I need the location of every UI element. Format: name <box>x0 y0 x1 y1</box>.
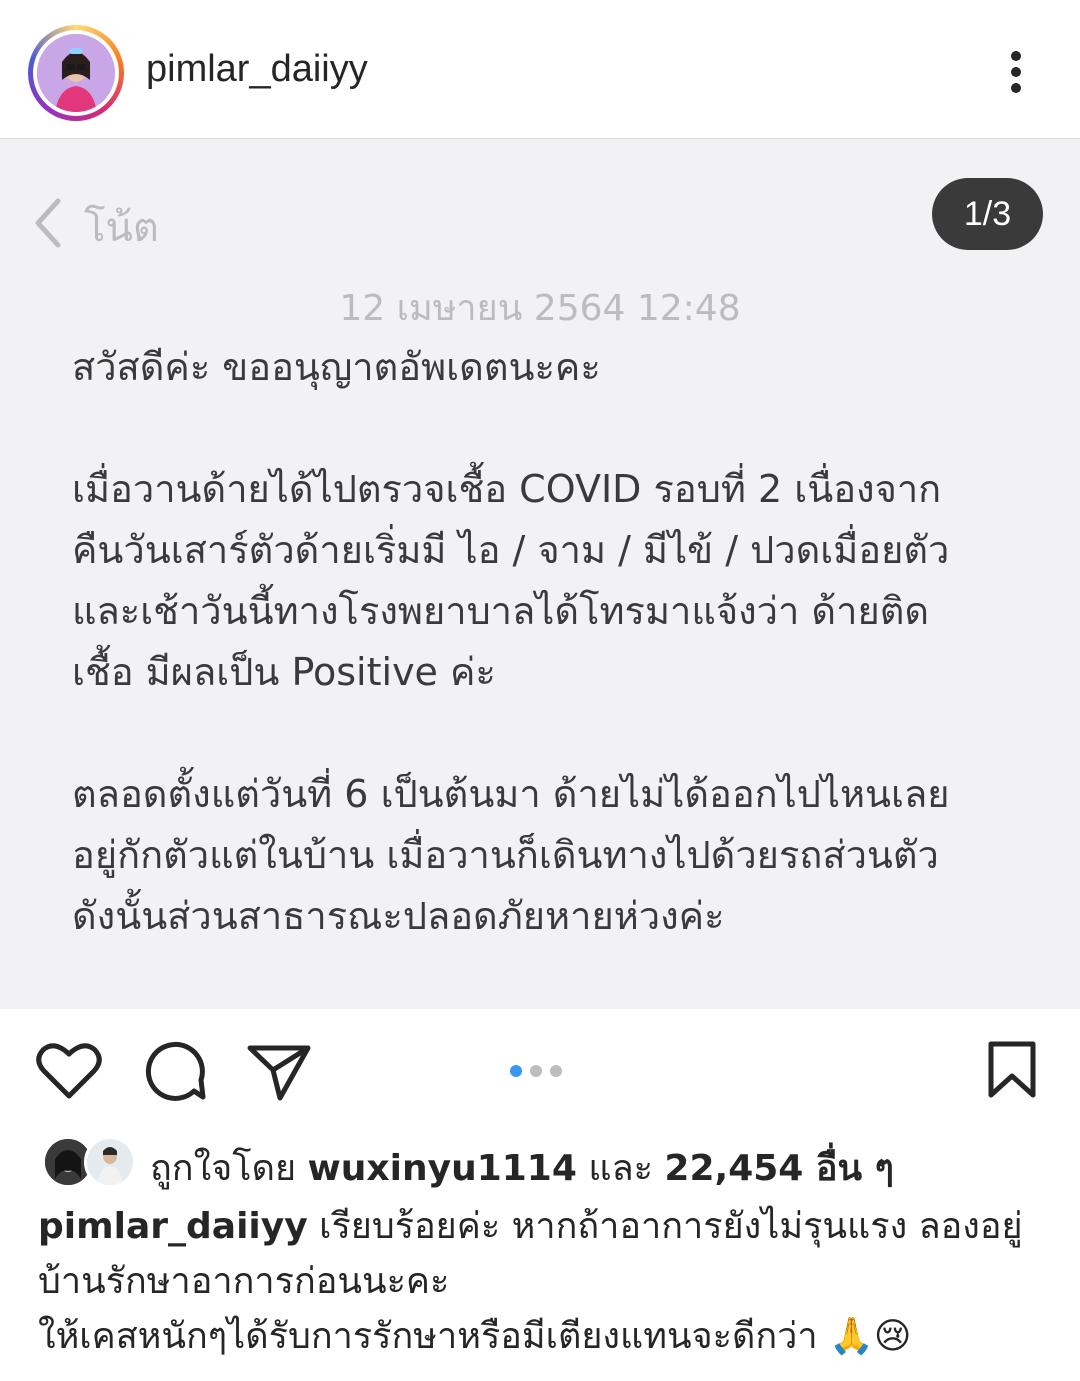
more-vertical-icon[interactable] <box>1000 50 1032 96</box>
post-image[interactable]: โน้ต 1/3 12 เมษายน 2564 12:48 สวัสดีค่ะ … <box>0 139 1080 1009</box>
emoji-pray-cry: 🙏😢 <box>829 1316 912 1357</box>
carousel-dot <box>550 1065 562 1077</box>
carousel-dot-active <box>510 1065 522 1077</box>
carousel-dot <box>530 1065 542 1077</box>
caption-text: ให้เคสหนักๆได้รับการรักษาหรือมีเตียงแทนจ… <box>38 1316 818 1357</box>
likes-count[interactable]: 22,454 อื่น ๆ <box>664 1148 894 1189</box>
header-username[interactable]: pimlar_daiiyy <box>146 48 368 91</box>
likes-prefix: ถูกใจโดย <box>150 1148 297 1189</box>
caption-text: เรียบร้อยค่ะ หากถ้าอาการยังไม่รุนแรง ลอง… <box>319 1206 1023 1247</box>
carousel-dots <box>510 1062 570 1081</box>
post-header: pimlar_daiiyy <box>0 0 1080 139</box>
action-bar <box>0 1010 1080 1130</box>
likes-row: ถูกใจโดย wuxinyu1114 และ 22,454 อื่น ๆ <box>0 1133 1080 1193</box>
heart-icon[interactable] <box>36 1040 102 1104</box>
note-back-label: โน้ต <box>84 205 159 251</box>
note-paragraph: เมื่อวานด้ายได้ไปตรวจเชื้อ COVID รอบที่ … <box>72 467 950 694</box>
note-paragraph: สวัสดีค่ะ ขออนุญาตอัพเดตนะคะ <box>72 345 601 389</box>
post-caption: pimlar_daiiyy เรียบร้อยค่ะ หากถ้าอาการยั… <box>38 1199 1048 1364</box>
chevron-left-icon <box>30 197 66 249</box>
comment-icon[interactable] <box>144 1040 206 1106</box>
profile-avatar[interactable] <box>28 25 124 121</box>
note-body: สวัสดีค่ะ ขออนุญาตอัพเดตนะคะ เมื่อวานด้า… <box>72 337 1032 947</box>
liker-avatar[interactable] <box>84 1136 136 1188</box>
liker-username[interactable]: wuxinyu1114 <box>308 1148 577 1189</box>
share-icon[interactable] <box>246 1042 312 1106</box>
caption-text: บ้านรักษาอาการก่อนนะคะ <box>38 1261 450 1302</box>
likes-text[interactable]: ถูกใจโดย wuxinyu1114 และ 22,454 อื่น ๆ <box>150 1139 894 1196</box>
note-paragraph: ตลอดตั้งแต่วันที่ 6 เป็นต้นมา ด้ายไม่ได้… <box>72 772 950 938</box>
note-date: 12 เมษายน 2564 12:48 <box>339 288 741 329</box>
caption-username[interactable]: pimlar_daiiyy <box>38 1206 308 1247</box>
carousel-page-indicator: 1/3 <box>932 178 1043 250</box>
bookmark-icon[interactable] <box>986 1040 1038 1104</box>
likes-conjunction: และ <box>588 1148 653 1189</box>
